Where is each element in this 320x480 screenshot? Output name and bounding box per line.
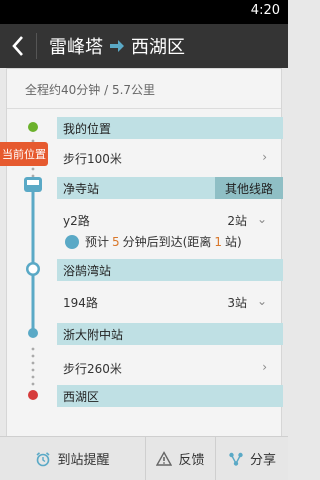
walk-step-2-text: 步行260米 — [63, 362, 122, 376]
chevron-left-icon — [12, 36, 23, 56]
feedback-label: 反馈 — [178, 453, 205, 468]
feedback-button[interactable]: 反馈 — [146, 437, 216, 480]
eta-prefix: 预计 — [85, 235, 110, 249]
start-point-label: 我的位置 — [63, 122, 112, 136]
share-button[interactable]: 分享 — [216, 437, 288, 480]
alarm-clock-icon — [36, 451, 51, 466]
status-time: 4:20 — [250, 3, 280, 18]
bottom-toolbar: 到站提醒 反馈 分享 — [0, 436, 288, 480]
bus-step-2-line: 194路 — [63, 296, 98, 310]
bus-step-1-stops: 2站 — [227, 214, 247, 228]
clock-icon — [65, 234, 79, 249]
share-label: 分享 — [249, 453, 276, 468]
route-card: 全程约40分钟 / 5.7公里 我的位置 步行100米 › 净寺站 其他线路 y… — [6, 68, 283, 440]
route-summary: 全程约40分钟 / 5.7公里 — [7, 69, 281, 109]
destination-point: 西湖区 — [57, 385, 283, 407]
current-location-badge: 当前位置 — [0, 142, 48, 166]
route-origin: 雷峰塔 — [49, 37, 103, 58]
station-1-name: 净寺站 — [63, 182, 100, 196]
walk-step-2[interactable]: 步行260米 › — [57, 351, 283, 383]
route-destination: 西湖区 — [131, 37, 185, 58]
chevron-down-icon: ⌄ — [256, 294, 267, 308]
eta-minutes: 5 — [112, 234, 120, 249]
walk-step-1[interactable]: 步行100米 › — [57, 141, 283, 173]
title-divider — [36, 33, 37, 59]
arrival-reminder-label: 到站提醒 — [57, 453, 110, 468]
other-lines-button[interactable]: 其他线路 — [215, 177, 283, 199]
warning-icon — [156, 450, 173, 466]
station-1: 净寺站 其他线路 — [57, 177, 283, 199]
walk-step-1-text: 步行100米 — [63, 152, 122, 166]
bus-step-1-line: y2路 — [63, 214, 90, 228]
station-3: 浙大附中站 — [57, 323, 283, 345]
bus-step-1[interactable]: y2路 2站 ⌄ 预计 5 分钟后到达(距离 1 站) — [57, 203, 283, 257]
back-button[interactable] — [0, 24, 36, 68]
destination-point-label: 西湖区 — [63, 390, 100, 404]
chevron-right-icon: › — [262, 150, 267, 164]
eta-distance: 1 — [214, 234, 222, 249]
share-icon — [229, 452, 243, 466]
station-3-name: 浙大附中站 — [63, 328, 124, 342]
arrival-reminder-button[interactable]: 到站提醒 — [0, 437, 146, 480]
bus-step-2-stops: 3站 — [227, 296, 247, 310]
eta-info: 预计 5 分钟后到达(距离 1 站) — [65, 233, 242, 250]
title-bar: 雷峰塔 西湖区 — [0, 24, 288, 68]
station-2: 浴鹄湾站 — [57, 259, 283, 281]
bus-step-2[interactable]: 194路 3站 ⌄ — [57, 285, 283, 317]
eta-suffix: 站) — [224, 235, 242, 249]
chevron-down-icon: ⌄ — [256, 212, 267, 226]
arrow-right-icon — [110, 40, 124, 52]
route-summary-text: 全程约40分钟 / 5.7公里 — [25, 83, 156, 97]
status-bar: 4:20 — [0, 0, 288, 24]
chevron-right-icon: › — [262, 360, 267, 374]
start-point: 我的位置 — [57, 117, 283, 139]
eta-middle: 分钟后到达(距离 — [122, 235, 212, 249]
station-2-name: 浴鹄湾站 — [63, 264, 112, 278]
